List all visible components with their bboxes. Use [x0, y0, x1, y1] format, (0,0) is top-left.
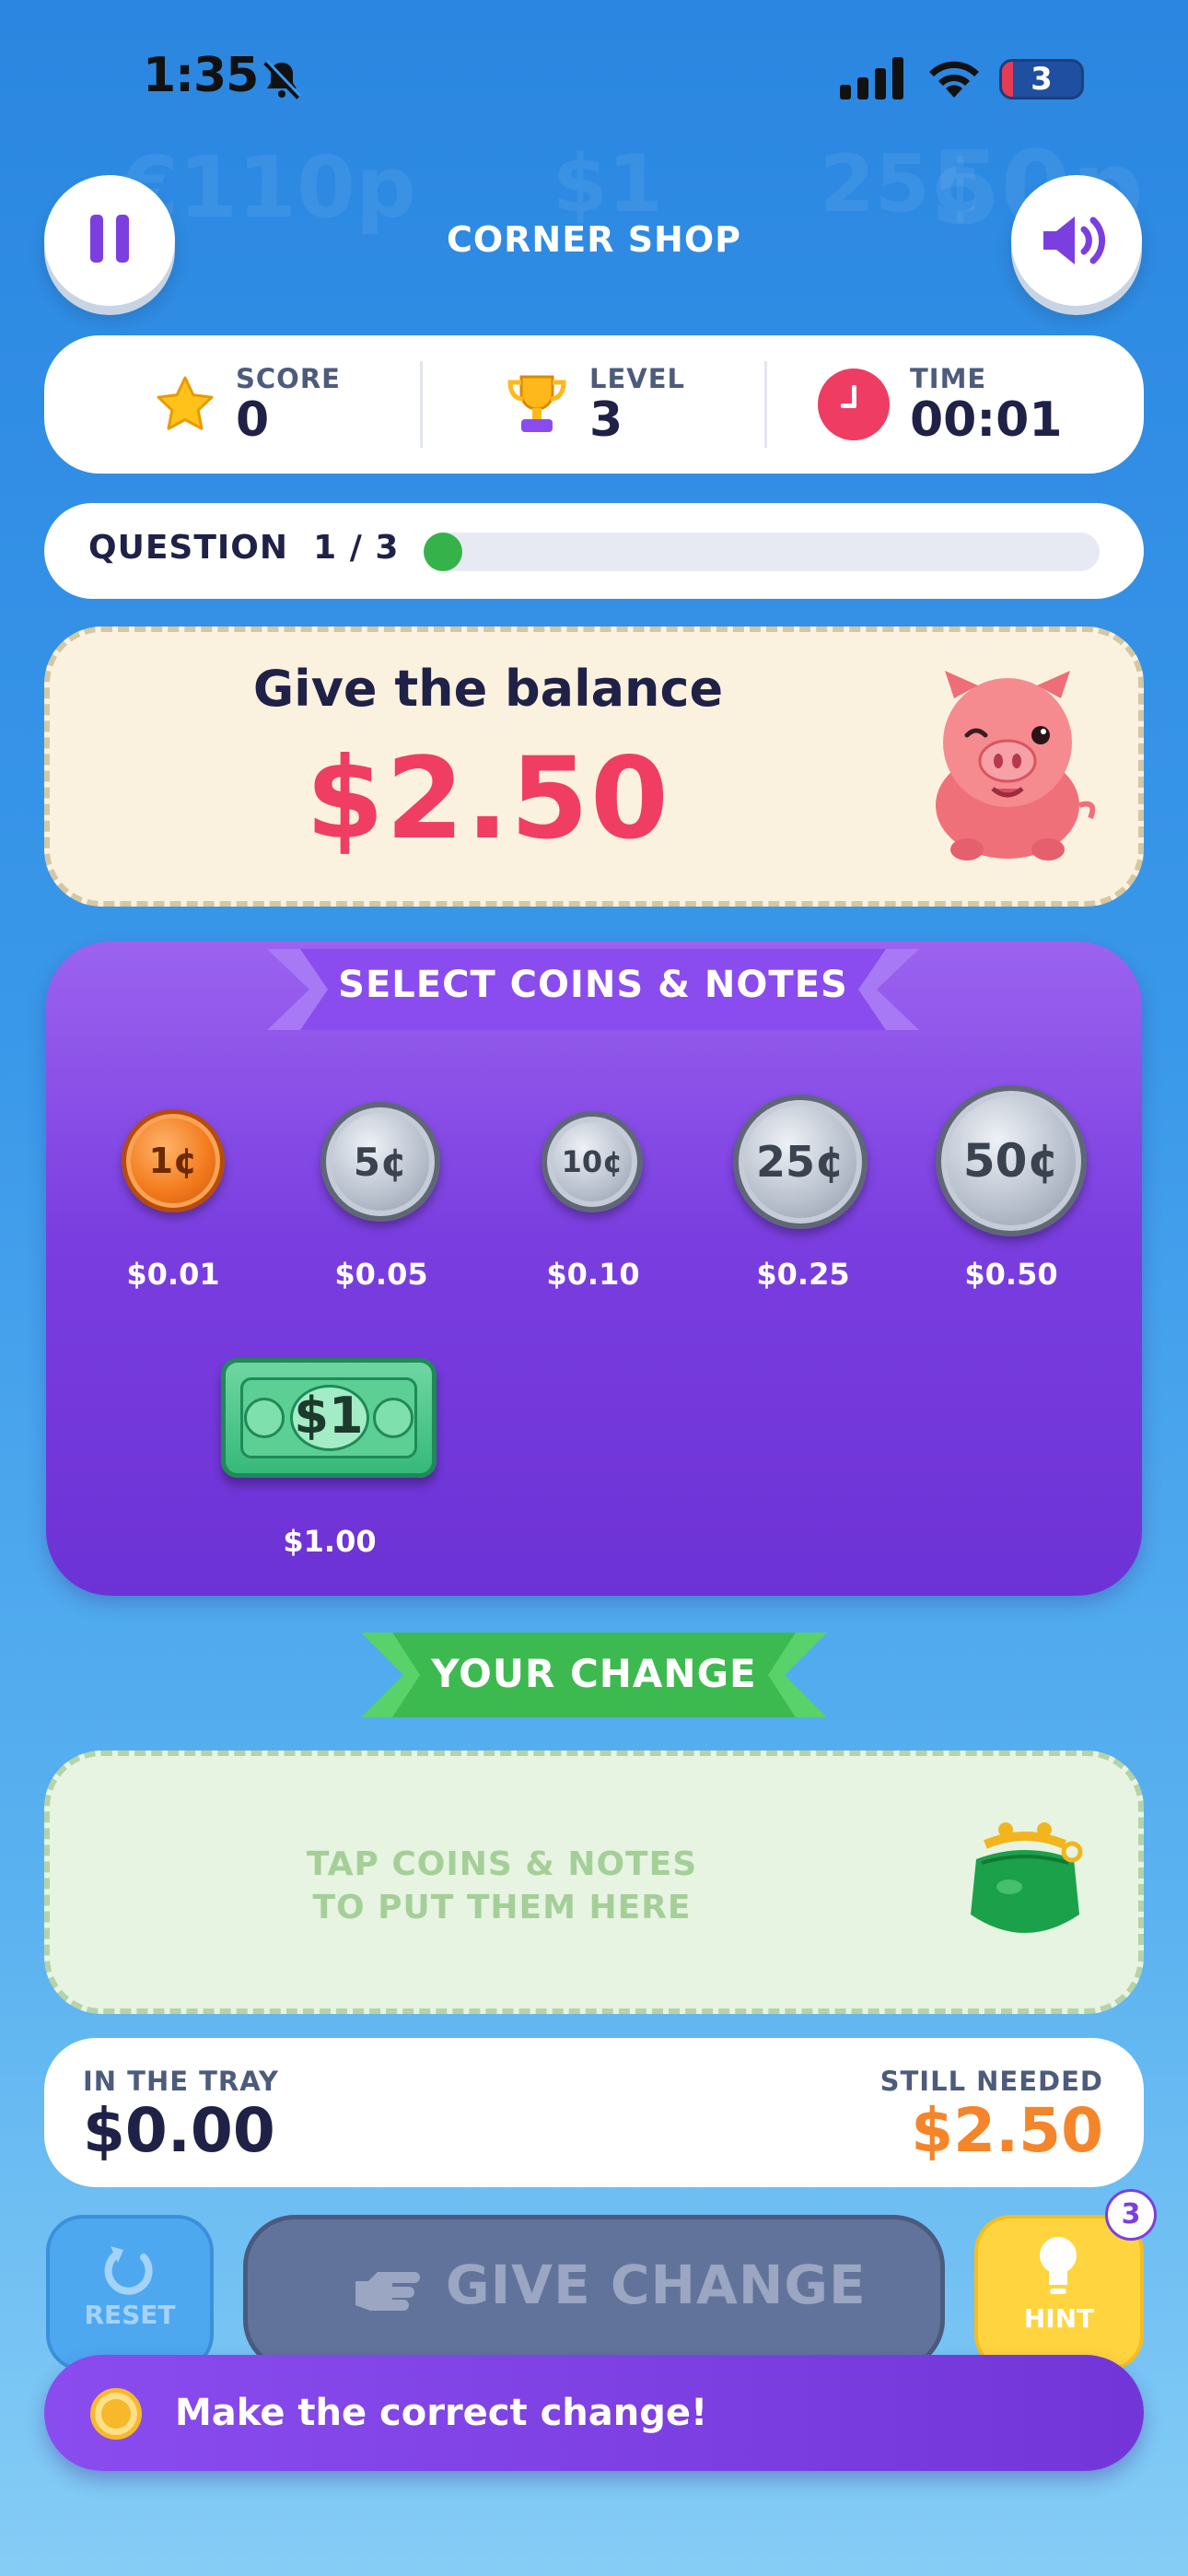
- coin-value-label: $0.10: [546, 1257, 640, 1292]
- sound-button[interactable]: [1011, 175, 1142, 306]
- coin-face: 5¢: [353, 1139, 408, 1185]
- status-time: 1:35: [143, 48, 259, 103]
- score-label: SCORE: [236, 363, 341, 394]
- prompt-amount: $2.50: [306, 733, 670, 864]
- hint-label: HINT: [1023, 2303, 1095, 2334]
- progress-track: [424, 533, 1100, 571]
- time-value: 00:01: [910, 392, 1063, 448]
- question-text: QUESTION: [88, 529, 289, 567]
- coin-face: 10¢: [561, 1144, 623, 1179]
- totals-card: IN THE TRAY $0.00 STILL NEEDED $2.50: [44, 2038, 1144, 2187]
- tray-total-value: $0.00: [83, 2095, 275, 2166]
- hint-count-badge: 3: [1105, 2189, 1157, 2241]
- note-face: $1: [294, 1387, 364, 1445]
- battery-icon: 3: [999, 59, 1084, 100]
- coin-face: 1¢: [148, 1141, 198, 1181]
- score-stat: SCORE 0: [155, 335, 341, 474]
- select-panel-title: SELECT COINS & NOTES: [338, 964, 848, 1006]
- level-value: 3: [589, 392, 623, 448]
- bell-muted-icon: [263, 59, 302, 100]
- purse-icon: [971, 1822, 1083, 1933]
- page-title: CORNER SHOP: [446, 219, 742, 260]
- coin-value-label: $0.05: [334, 1257, 428, 1292]
- coin-50-cent[interactable]: 50¢: [936, 1085, 1087, 1236]
- divider: [420, 361, 423, 448]
- level-stat: LEVEL 3: [505, 335, 685, 474]
- divider: [764, 361, 767, 448]
- coin-value-label: $0.50: [964, 1257, 1058, 1292]
- speaker-icon: [1043, 217, 1106, 264]
- score-value: 0: [236, 392, 270, 448]
- stats-bar: SCORE 0 LEVEL 3 TIME 00:01: [44, 335, 1144, 474]
- level-label: LEVEL: [589, 363, 686, 394]
- still-needed-label: STILL NEEDED: [879, 2066, 1103, 2097]
- trophy-icon: [507, 375, 566, 432]
- wifi-icon: [929, 61, 979, 98]
- background-decoration: $1: [553, 138, 663, 230]
- star-icon: [157, 376, 214, 430]
- tray-total-label: IN THE TRAY: [83, 2066, 279, 2097]
- still-needed-value: $2.50: [911, 2095, 1103, 2166]
- reset-icon: [104, 2246, 153, 2295]
- coin-face: 50¢: [962, 1134, 1060, 1188]
- question-label: QUESTION 1 / 3: [88, 529, 399, 567]
- clock-icon: [818, 369, 890, 440]
- target-icon: [90, 2388, 142, 2440]
- change-title: YOUR CHANGE: [431, 1651, 757, 1696]
- battery-level: 3: [1031, 61, 1053, 98]
- progress-fill: [424, 533, 462, 571]
- lightbulb-icon: [1040, 2237, 1077, 2294]
- tray-hint-line: TAP COINS & NOTES: [306, 1845, 698, 1883]
- coin-value-label: $0.25: [756, 1257, 850, 1292]
- tray-hint: TAP COINS & NOTES TO PUT THEM HERE: [267, 1843, 737, 1929]
- signal-icon: [840, 57, 903, 100]
- time-label: TIME: [910, 363, 987, 394]
- coin-value-label: $0.01: [126, 1257, 220, 1292]
- piggy-bank-icon: [936, 671, 1096, 861]
- coin-face: 25¢: [755, 1137, 845, 1187]
- tray-hint-line: TO PUT THEM HERE: [312, 1889, 692, 1926]
- note-1-dollar[interactable]: $1: [221, 1358, 437, 1478]
- coin-5-cent[interactable]: 5¢: [320, 1102, 440, 1222]
- question-count: 1 / 3: [313, 529, 400, 567]
- coin-10-cent[interactable]: 10¢: [542, 1111, 643, 1212]
- note-value-label: $1.00: [283, 1524, 377, 1559]
- give-change-label: GIVE CHANGE: [446, 2254, 867, 2316]
- prompt-title: Give the balance: [252, 660, 724, 718]
- coin-25-cent[interactable]: 25¢: [733, 1095, 868, 1229]
- time-stat: TIME 00:01: [818, 335, 1063, 474]
- toast-message: Make the correct change!: [175, 2392, 708, 2434]
- pointing-hand-icon: [355, 2272, 420, 2311]
- coin-1-cent[interactable]: 1¢: [122, 1109, 225, 1212]
- reset-label: RESET: [84, 2300, 176, 2330]
